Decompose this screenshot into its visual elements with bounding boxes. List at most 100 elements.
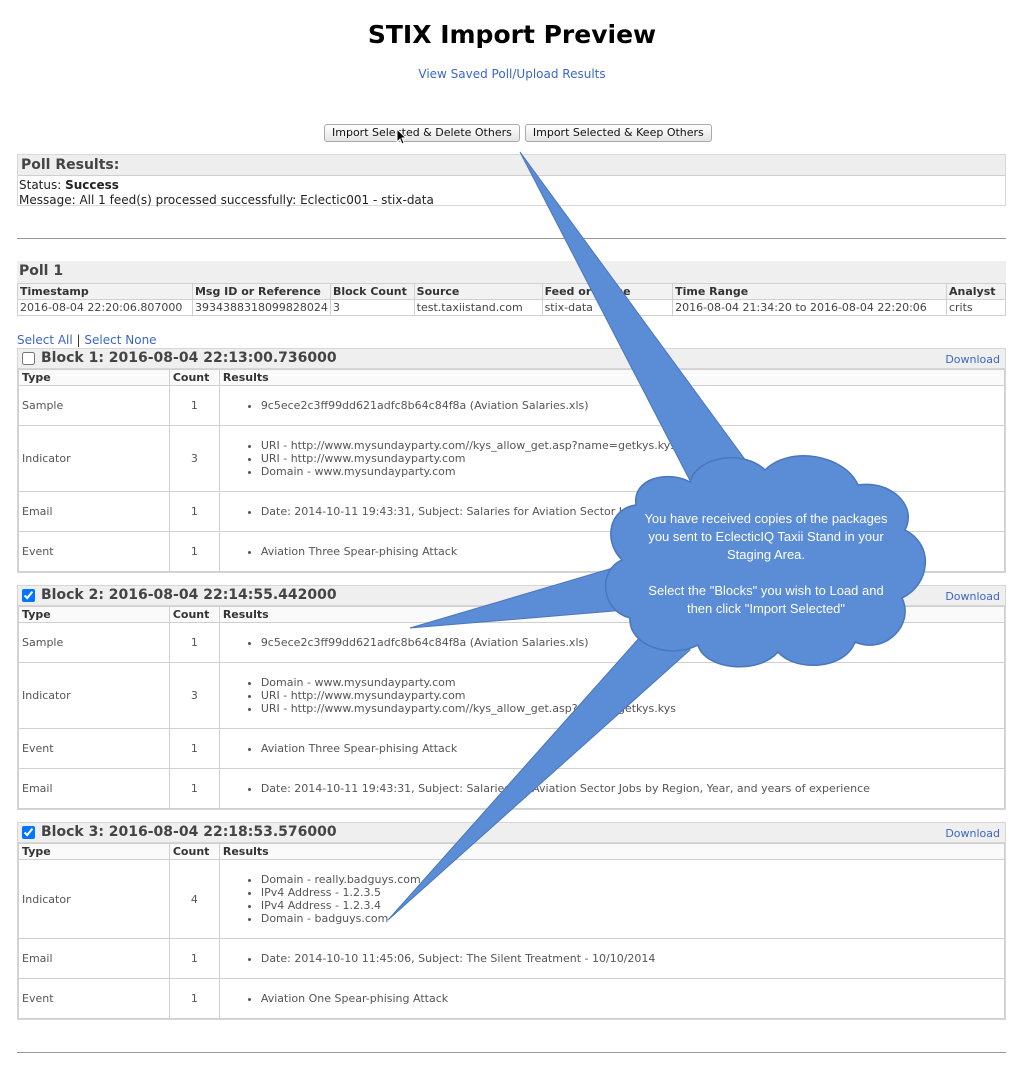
list-item: Domain - badguys.com [261, 912, 1001, 925]
type-column-header: Type [18, 843, 170, 860]
count-cell: 1 [168, 531, 220, 572]
type-cell: Sample [18, 622, 170, 663]
results-column-header: Results [218, 843, 1006, 860]
list-item: IPv4 Address - 1.2.3.5 [261, 886, 1001, 899]
saved-results-link[interactable]: View Saved Poll/Upload Results [0, 67, 1009, 81]
results-header-row: Type Count Results [18, 369, 1006, 386]
list-item: IPv4 Address - 1.2.3.4 [261, 899, 1001, 912]
type-cell: Indicator [18, 662, 170, 729]
block-checkbox[interactable] [22, 826, 35, 839]
count-cell: 1 [168, 978, 220, 1019]
results-list: 9c5ece2c3ff99dd621adfc8b64c84f8a (Aviati… [223, 636, 1001, 649]
count-cell: 1 [168, 385, 220, 426]
count-cell: 1 [168, 938, 220, 979]
block-title: Block 2: 2016-08-04 22:14:55.442000 [41, 587, 337, 603]
results-cell: Domain - really.badguys.comIPv4 Address … [218, 859, 1006, 939]
message-label: Message: [19, 193, 76, 207]
list-item: 9c5ece2c3ff99dd621adfc8b64c84f8a (Aviati… [261, 636, 1001, 649]
results-list: URI - http://www.mysundayparty.com//kys_… [223, 439, 1001, 478]
list-item: Domain - www.mysundayparty.com [261, 465, 1001, 478]
select-links: Select All | Select None [17, 333, 157, 347]
results-list: Aviation Three Spear-phising Attack [223, 742, 1001, 755]
list-item: 9c5ece2c3ff99dd621adfc8b64c84f8a (Aviati… [261, 399, 1001, 412]
divider [17, 1052, 1006, 1053]
list-item: URI - http://www.mysundayparty.com//kys_… [261, 439, 1001, 452]
download-link[interactable]: Download [945, 353, 1000, 366]
table-row: Indicator4Domain - really.badguys.comIPv… [18, 859, 1006, 939]
table-row: Sample1 9c5ece2c3ff99dd621adfc8b64c84f8a … [18, 385, 1006, 426]
block-panel: Block 2: 2016-08-04 22:14:55.442000 Downl… [17, 585, 1006, 810]
results-cell: URI - http://www.mysundayparty.com//kys_… [218, 425, 1006, 492]
type-cell: Event [18, 531, 170, 572]
type-cell: Email [18, 938, 170, 979]
column-header: Analyst [945, 283, 1007, 300]
select-all-link[interactable]: Select All [17, 333, 73, 347]
table-row: Indicator3 URI - http://www.mysundayparty… [18, 425, 1006, 492]
poll-1-header-row: Timestamp Msg ID or Reference Block Count S… [17, 283, 1007, 300]
select-separator: | [76, 333, 81, 347]
block-checkbox[interactable] [22, 352, 35, 365]
list-item: Domain - www.mysundayparty.com [261, 676, 1001, 689]
results-list: Date: 2014-10-11 19:43:31, Subject: Sala… [223, 782, 1001, 795]
poll-1-section: Poll 1 Timestamp Msg ID or Reference Block… [17, 261, 1007, 316]
list-item: Aviation One Spear-phising Attack [261, 992, 1001, 1005]
block-checkbox[interactable] [22, 589, 35, 602]
table-row: Sample1 9c5ece2c3ff99dd621adfc8b64c84f8a … [18, 622, 1006, 663]
results-column-header: Results [218, 369, 1006, 386]
download-link[interactable]: Download [945, 590, 1000, 603]
column-header: Msg ID or Reference [191, 283, 331, 300]
results-header-row: Type Count Results [18, 843, 1006, 860]
list-item: Date: 2014-10-11 19:43:31, Subject: Sala… [261, 782, 1001, 795]
list-item: URI - http://www.mysundayparty.com [261, 689, 1001, 702]
count-cell: 3 [168, 662, 220, 729]
table-cell: 2016-08-04 21:34:20 to 2016-08-04 22:20:… [672, 299, 947, 316]
callout-line-2: Select the "Blocks" you wish to Load and… [648, 583, 884, 616]
block-title: Block 1: 2016-08-04 22:13:00.736000 [41, 350, 337, 366]
type-cell: Event [18, 978, 170, 1019]
message-line: Message: All 1 feed(s) processed success… [18, 193, 1005, 208]
download-link[interactable]: Download [945, 827, 1000, 840]
poll-results-heading: Poll Results: [18, 155, 1005, 176]
type-column-header: Type [18, 606, 170, 623]
table-cell: 3934388318099828024 [191, 299, 331, 316]
import-keep-others-button[interactable]: Import Selected & Keep Others [524, 124, 712, 142]
status-value: Success [65, 178, 119, 192]
results-list: 9c5ece2c3ff99dd621adfc8b64c84f8a (Aviati… [223, 399, 1001, 412]
table-cell: crits [945, 299, 1007, 316]
count-cell: 1 [168, 768, 220, 809]
table-cell: test.taxiistand.com [413, 299, 543, 316]
results-cell: 9c5ece2c3ff99dd621adfc8b64c84f8a (Aviati… [218, 622, 1006, 663]
type-cell: Sample [18, 385, 170, 426]
results-cell: Date: 2014-10-11 19:43:31, Subject: Sala… [218, 768, 1006, 809]
mouse-cursor-icon [396, 128, 408, 145]
poll-1-data-row: 2016-08-04 22:20:06.807000 39343883180998… [17, 299, 1007, 316]
poll-results-panel: Poll Results: Status: Success Message: A… [17, 154, 1006, 208]
column-header: Block Count [329, 283, 415, 300]
list-item: URI - http://www.mysundayparty.com//kys_… [261, 702, 1001, 715]
type-column-header: Type [18, 369, 170, 386]
table-row: Event1 Aviation Three Spear-phising Attac… [18, 728, 1006, 769]
poll-1-table: Timestamp Msg ID or Reference Block Count S… [17, 283, 1007, 316]
poll-1-heading: Poll 1 [17, 261, 1006, 283]
results-list: Date: 2014-10-10 11:45:06, Subject: The … [223, 952, 1001, 965]
results-cell: Aviation One Spear-phising Attack [218, 978, 1006, 1019]
import-delete-others-button[interactable]: Import Selected & Delete Others [324, 124, 520, 142]
table-row: Event1 Aviation One Spear-phising Attack [18, 978, 1006, 1019]
page-title: STIX Import Preview [367, 20, 657, 49]
import-actions: Import Selected & Delete Others Import Se… [324, 124, 717, 142]
callout-text: You have received copies of the packages… [640, 510, 892, 618]
select-none-link[interactable]: Select None [84, 333, 156, 347]
list-item: Aviation Three Spear-phising Attack [261, 742, 1001, 755]
count-cell: 1 [168, 622, 220, 663]
block-results-table: TypeCountResultsSample19c5ece2c3ff99dd62… [18, 606, 1006, 809]
list-item: Date: 2014-10-10 11:45:06, Subject: The … [261, 952, 1001, 965]
results-list: Domain - really.badguys.comIPv4 Address … [223, 873, 1001, 925]
table-row: Email1 Date: 2014-10-10 11:45:06, Subject… [18, 938, 1006, 979]
count-column-header: Count [168, 369, 220, 386]
list-item: Domain - really.badguys.com [261, 873, 1001, 886]
count-column-header: Count [168, 606, 220, 623]
list-item: URI - http://www.mysundayparty.com [261, 452, 1001, 465]
table-row: Indicator3 Domain - www.mysundayparty.com… [18, 662, 1006, 729]
type-cell: Indicator [18, 425, 170, 492]
type-cell: Email [18, 768, 170, 809]
